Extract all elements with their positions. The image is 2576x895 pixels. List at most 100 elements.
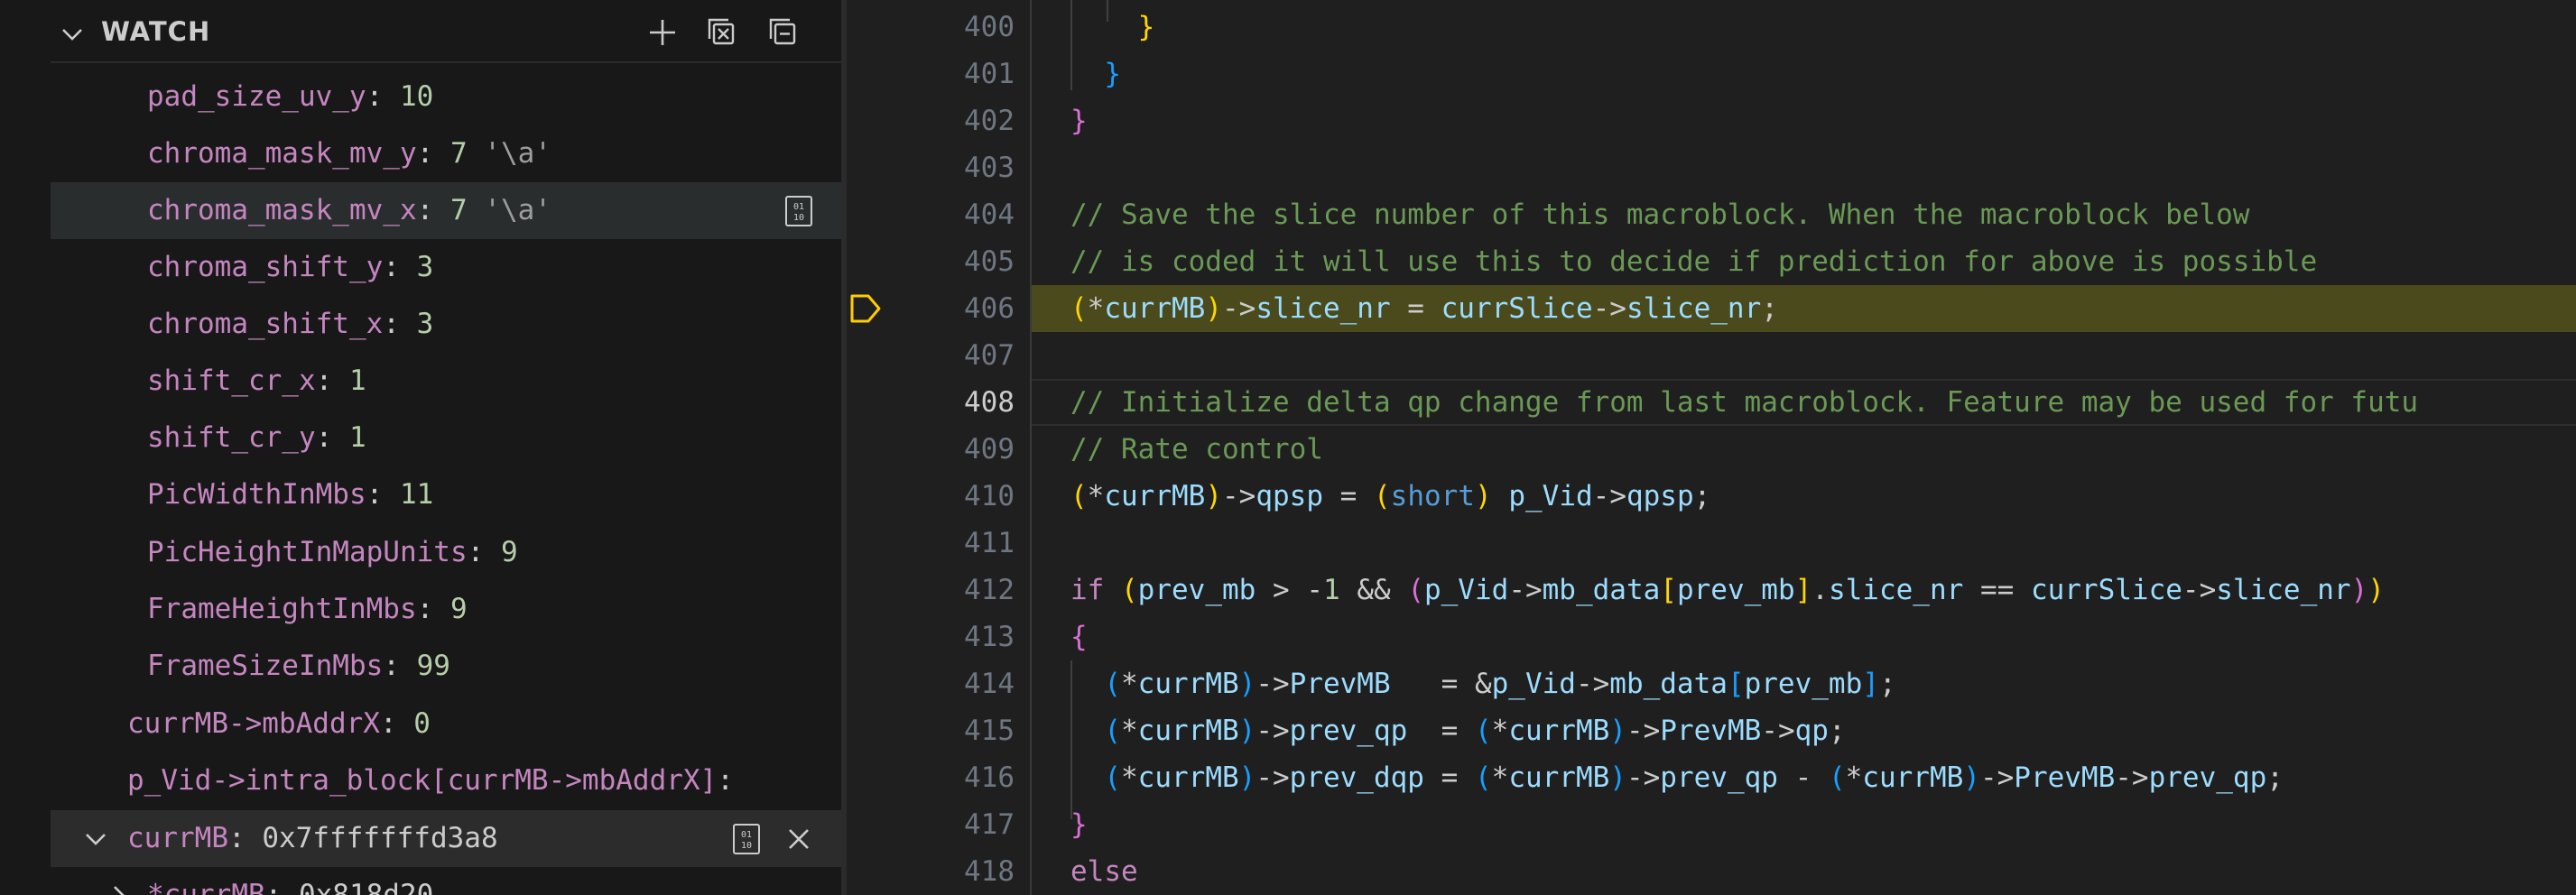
watch-item-name: chroma_shift_y <box>147 251 384 283</box>
code-line: } <box>1104 58 1121 90</box>
watch-item-name: chroma_mask_mv_x <box>147 194 417 226</box>
watch-item-name: PicWidthInMbs <box>147 478 366 511</box>
line-number: 412 <box>964 574 1015 606</box>
watch-item[interactable]: FrameHeightInMbs: 9 <box>51 581 841 638</box>
code-comment: // Save the slice number of this macrobl… <box>1070 198 2250 231</box>
code-line: (*currMB)->PrevMB = &p_Vid->mb_data[prev… <box>1104 668 1896 700</box>
watch-item-value: 99 <box>416 650 450 682</box>
view-binary-data-icon[interactable]: 0110 <box>782 194 816 228</box>
code-line: (*currMB)->prev_dqp = (*currMB)->prev_qp… <box>1104 761 2284 794</box>
watch-item-value: 1 <box>348 364 366 397</box>
watch-header[interactable]: WATCH <box>51 0 841 63</box>
watch-expression[interactable]: p_Vid->intra_block[currMB->mbAddrX]: <box>51 752 841 809</box>
line-number: 400 <box>964 11 1015 43</box>
watch-expression-name: currMB->mbAddrX <box>127 707 380 740</box>
line-number: 414 <box>964 668 1015 700</box>
code-line: else <box>1070 855 1138 888</box>
code-comment: // Initialize delta qp change from last … <box>1070 386 2419 419</box>
watch-item-name: shift_cr_x <box>147 364 316 397</box>
watch-panel: WATCH pad_size_uv_y: 10 chroma_mask_mv_y… <box>51 0 841 895</box>
svg-text:10: 10 <box>741 841 752 851</box>
line-number: 418 <box>964 855 1015 888</box>
collapse-all-icon[interactable] <box>704 14 740 51</box>
watch-item-name: PicHeightInMapUnits <box>147 536 468 568</box>
watch-expression-name: *currMB <box>147 879 265 895</box>
watch-expression-child[interactable]: *currMB: 0x818d20 <box>51 867 841 895</box>
watch-item[interactable]: PicHeightInMapUnits: 9 <box>51 524 841 581</box>
svg-text:10: 10 <box>793 213 804 223</box>
line-number: 411 <box>964 527 1015 559</box>
watch-item-value: 9 <box>449 593 468 625</box>
watch-item-value: 3 <box>416 251 434 283</box>
line-number: 405 <box>964 245 1015 278</box>
watch-item-name: chroma_mask_mv_y <box>147 137 417 170</box>
watch-item-value: 9 <box>500 536 518 568</box>
code-comment: // Rate control <box>1070 433 1323 466</box>
watch-item-name: chroma_shift_x <box>147 308 384 340</box>
watch-item-char: '\a' <box>484 194 551 226</box>
watch-expression-value: 0x818d20 <box>298 879 434 895</box>
watch-item-value: 3 <box>416 308 434 340</box>
code-line: } <box>1070 808 1088 841</box>
watch-expression-name: p_Vid->intra_block[currMB->mbAddrX] <box>127 764 718 797</box>
watch-item[interactable]: chroma_shift_y: 3 <box>51 239 841 296</box>
code-comment: // is coded it will use this to decide i… <box>1070 245 2318 278</box>
code-line: if (prev_mb > -1 && (p_Vid->mb_data[prev… <box>1070 574 2385 606</box>
line-number: 413 <box>964 621 1015 653</box>
watch-expression[interactable]: currMB->mbAddrX: 0 <box>51 696 841 752</box>
line-number: 415 <box>964 715 1015 747</box>
watch-item-name: pad_size_uv_y <box>147 80 366 113</box>
watch-item[interactable]: shift_cr_y: 1 <box>51 410 841 466</box>
watch-item[interactable]: pad_size_uv_y: 10 <box>51 69 841 125</box>
watch-expression-value: 0x7fffffffd3a8 <box>262 822 498 854</box>
line-number: 409 <box>964 433 1015 466</box>
watch-item-value: 1 <box>348 421 366 454</box>
chevron-down-icon[interactable] <box>56 18 88 51</box>
watch-item-name: FrameHeightInMbs <box>147 593 417 625</box>
code-line: { <box>1070 621 1088 653</box>
watch-item[interactable]: chroma_shift_x: 3 <box>51 296 841 353</box>
chevron-right-icon[interactable] <box>103 880 135 895</box>
line-number: 408 <box>964 386 1015 419</box>
code-line: (*currMB)->prev_qp = (*currMB)->PrevMB->… <box>1104 715 1846 747</box>
gutter-divider <box>1030 0 1032 895</box>
watch-title: WATCH <box>101 16 211 47</box>
line-number: 403 <box>964 152 1015 184</box>
watch-item[interactable]: PicWidthInMbs: 11 <box>51 466 841 523</box>
svg-text:01: 01 <box>793 202 804 212</box>
watch-item-name: FrameSizeInMbs <box>147 650 384 682</box>
line-number: 404 <box>964 198 1015 231</box>
code-editor[interactable]: 400 401 402 403 404 405 406 407 408 409 … <box>847 0 2576 895</box>
view-binary-data-icon[interactable]: 0110 <box>729 822 764 856</box>
line-number: 417 <box>964 808 1015 841</box>
activity-bar <box>0 0 51 895</box>
watch-expression-value: 0 <box>413 707 431 740</box>
code-line: } <box>1070 105 1088 137</box>
watch-item[interactable]: FrameSizeInMbs: 99 <box>51 638 841 695</box>
code-line: (*currMB)->qpsp = (short) p_Vid->qpsp; <box>1070 480 1711 512</box>
code-line: (*currMB)->slice_nr = currSlice->slice_n… <box>1070 292 1778 325</box>
watch-item[interactable]: chroma_mask_mv_x: 7 '\a' 01 10 <box>51 182 841 239</box>
watch-item-value: 11 <box>399 478 434 511</box>
watch-expression[interactable]: currMB: 0x7fffffffd3a8 01 10 <box>51 810 841 867</box>
line-number: 410 <box>964 480 1015 512</box>
line-number: 407 <box>964 339 1015 372</box>
add-expression-icon[interactable] <box>644 14 681 51</box>
watch-item-value: 7 <box>449 137 468 170</box>
line-number: 406 <box>964 292 1015 325</box>
watch-item-name: shift_cr_y <box>147 421 316 454</box>
watch-item-char: '\a' <box>484 137 551 170</box>
watch-item-value: 10 <box>399 80 434 113</box>
line-number: 416 <box>964 761 1015 794</box>
svg-text:01: 01 <box>741 830 752 840</box>
line-number: 401 <box>964 58 1015 90</box>
watch-item[interactable]: shift_cr_x: 1 <box>51 353 841 410</box>
code-line: } <box>1137 11 1155 43</box>
watch-expression-name: currMB <box>127 822 228 854</box>
chevron-down-icon[interactable] <box>79 823 112 855</box>
watch-item[interactable]: chroma_mask_mv_y: 7 '\a' <box>51 125 841 182</box>
line-number: 402 <box>964 105 1015 137</box>
close-icon[interactable] <box>782 822 816 856</box>
remove-all-icon[interactable] <box>765 14 802 51</box>
watch-item-value: 7 <box>449 194 468 226</box>
